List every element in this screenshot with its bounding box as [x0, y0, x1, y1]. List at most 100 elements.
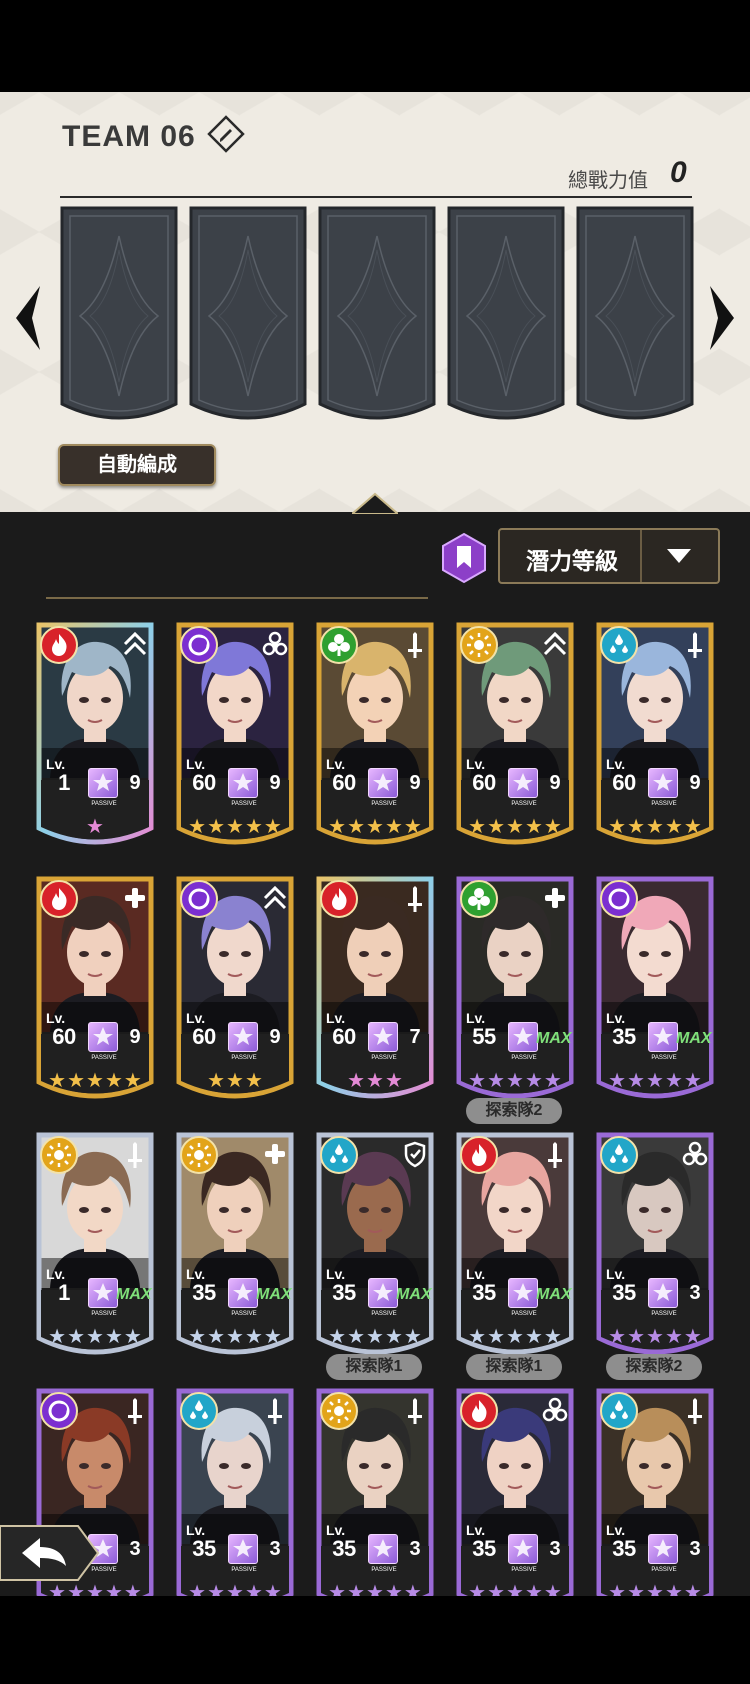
star-icon: ★: [608, 1326, 627, 1348]
character-card[interactable]: Lv. PASSIVE 3 ★★★★★: [36, 1388, 154, 1622]
back-button[interactable]: [0, 1524, 100, 1582]
cross-icon: [125, 888, 145, 908]
sword-icon: [688, 632, 702, 658]
star-icon: ★: [506, 1326, 524, 1348]
star-icon: ★: [468, 1326, 487, 1348]
character-card[interactable]: Lv. 1 PASSIVE MAX ★ ★ ★ ★ ★: [36, 1132, 154, 1366]
prev-team-arrow-icon[interactable]: [10, 282, 44, 354]
star-rating: ★ ★ ★ ★ ★: [602, 816, 708, 838]
passive-skill-icon: PASSIVE: [228, 1278, 258, 1317]
passive-skill-icon: PASSIVE: [228, 1022, 258, 1061]
star-icon: ★: [226, 816, 244, 838]
team-slot-5[interactable]: [576, 206, 694, 428]
star-icon: ★: [608, 816, 627, 838]
star-icon: ★: [487, 1070, 506, 1092]
sort-dropdown[interactable]: 潛力等級: [498, 528, 720, 584]
character-card[interactable]: Lv. 60 PASSIVE 9 ★ ★ ★: [176, 876, 294, 1110]
chevron-down-icon: [667, 549, 691, 563]
passive-skill-icon: PASSIVE: [508, 768, 538, 807]
passive-level: 3: [269, 1538, 281, 1560]
team-slot-2[interactable]: [189, 206, 307, 428]
star-rating: ★ ★ ★ ★ ★: [182, 816, 288, 838]
character-card[interactable]: Lv. 35 PASSIVE MAX ★ ★ ★ ★ ★ 探索隊1: [316, 1132, 434, 1380]
star-icon: ★: [506, 816, 524, 838]
star-icon: ★: [207, 1070, 226, 1092]
star-icon: ★: [543, 1070, 562, 1092]
next-team-arrow-icon[interactable]: [706, 282, 740, 354]
star-rating: ★ ★ ★ ★ ★: [462, 816, 568, 838]
star-icon: ★: [104, 1070, 123, 1092]
passive-skill-icon: PASSIVE: [508, 1278, 538, 1317]
character-level: 35: [612, 1280, 636, 1305]
star-icon: ★: [244, 1326, 263, 1348]
character-card[interactable]: Lv. 35 PASSIVE 3 ★ ★ ★ ★ ★: [316, 1388, 434, 1622]
star-rating: ★ ★ ★ ★ ★: [322, 1326, 428, 1348]
water-attribute-icon: [600, 1136, 638, 1174]
passive-label: PASSIVE: [231, 801, 257, 807]
star-rating: ★ ★ ★ ★ ★: [462, 1070, 568, 1092]
character-card[interactable]: Lv. 60 PASSIVE 9 ★ ★ ★ ★ ★: [176, 622, 294, 856]
star-icon: ★: [48, 1070, 67, 1092]
star-icon: ★: [384, 1070, 403, 1092]
passive-label: PASSIVE: [511, 1055, 537, 1061]
sword-icon: [268, 1398, 282, 1424]
light-attribute-icon: [40, 1136, 78, 1174]
sword-icon: [128, 1398, 142, 1424]
character-level: 35: [192, 1280, 216, 1305]
character-card[interactable]: Lv. 60 PASSIVE 9 ★ ★ ★ ★ ★: [456, 622, 574, 856]
character-card[interactable]: Lv. 35 PASSIVE MAX ★ ★ ★ ★ ★: [596, 876, 714, 1110]
light-attribute-icon: [460, 626, 498, 664]
team-slot-4[interactable]: [447, 206, 565, 428]
character-card[interactable]: Lv. 60 PASSIVE 9 ★ ★ ★ ★ ★: [36, 876, 154, 1110]
star-icon: ★: [207, 1326, 226, 1348]
passive-skill-icon: PASSIVE: [648, 1534, 678, 1573]
character-card[interactable]: Lv. 60 PASSIVE 9 ★ ★ ★ ★ ★: [596, 622, 714, 856]
dark-attribute-icon: [180, 880, 218, 918]
passive-label: PASSIVE: [371, 1055, 397, 1061]
passive-skill-icon: PASSIVE: [88, 768, 118, 807]
edit-team-name-icon[interactable]: [206, 114, 246, 154]
character-card[interactable]: Lv. 35 PASSIVE MAX ★ ★ ★ ★ ★ 探索隊1: [456, 1132, 574, 1380]
character-card[interactable]: Lv. 35 PASSIVE 3 ★ ★ ★ ★ ★: [176, 1388, 294, 1622]
fire-attribute-icon: [320, 880, 358, 918]
character-card[interactable]: Lv. 60 PASSIVE 9 ★ ★ ★ ★ ★: [316, 622, 434, 856]
status-bar: [0, 0, 750, 92]
character-card[interactable]: Lv. 55 PASSIVE MAX ★ ★ ★ ★ ★ 探索隊2: [456, 876, 574, 1124]
character-card[interactable]: Lv. 35 PASSIVE 3 ★ ★ ★ ★ ★: [456, 1388, 574, 1622]
passive-level: 3: [689, 1282, 701, 1304]
star-icon: ★: [328, 1326, 347, 1348]
passive-skill-icon: PASSIVE: [228, 1534, 258, 1573]
fire-attribute-icon: [460, 1392, 498, 1430]
character-card[interactable]: Lv. 1 PASSIVE 9 ★: [36, 622, 154, 856]
team-slot-1[interactable]: [60, 206, 178, 428]
passive-level: 9: [549, 772, 561, 794]
dark-attribute-icon: [40, 1392, 78, 1430]
expedition-team-badge: 探索隊2: [466, 1098, 562, 1124]
roster-divider: [46, 597, 428, 599]
star-icon: ★: [664, 816, 683, 838]
passive-level: 7: [409, 1026, 421, 1048]
auto-formation-button[interactable]: 自動編成: [58, 444, 216, 486]
star-icon: ★: [403, 816, 422, 838]
star-icon: ★: [328, 816, 347, 838]
up-arrow-icon: [543, 631, 567, 656]
divider: [60, 196, 692, 198]
star-icon: ★: [627, 1326, 646, 1348]
character-level: 60: [472, 770, 496, 795]
star-icon: ★: [524, 1070, 543, 1092]
water-attribute-icon: [180, 1392, 218, 1430]
cross-icon: [545, 888, 565, 908]
star-icon: ★: [366, 816, 384, 838]
character-card[interactable]: Lv. 35 PASSIVE 3 ★ ★ ★ ★ ★: [596, 1388, 714, 1622]
character-card[interactable]: Lv. 60 PASSIVE 7 ★ ★ ★: [316, 876, 434, 1110]
dark-attribute-icon: [180, 626, 218, 664]
star-icon: ★: [226, 1326, 244, 1348]
star-icon: ★: [347, 1070, 366, 1092]
passive-level: MAX: [256, 1286, 292, 1303]
character-card[interactable]: Lv. 35 PASSIVE MAX ★ ★ ★ ★ ★: [176, 1132, 294, 1366]
passive-level: MAX: [676, 1030, 712, 1047]
character-card[interactable]: Lv. 35 PASSIVE 3 ★ ★ ★ ★ ★ 探索隊2: [596, 1132, 714, 1380]
team-slot-3[interactable]: [318, 206, 436, 428]
character-level: 35: [612, 1024, 636, 1049]
bookmark-filter-icon[interactable]: [440, 532, 488, 584]
